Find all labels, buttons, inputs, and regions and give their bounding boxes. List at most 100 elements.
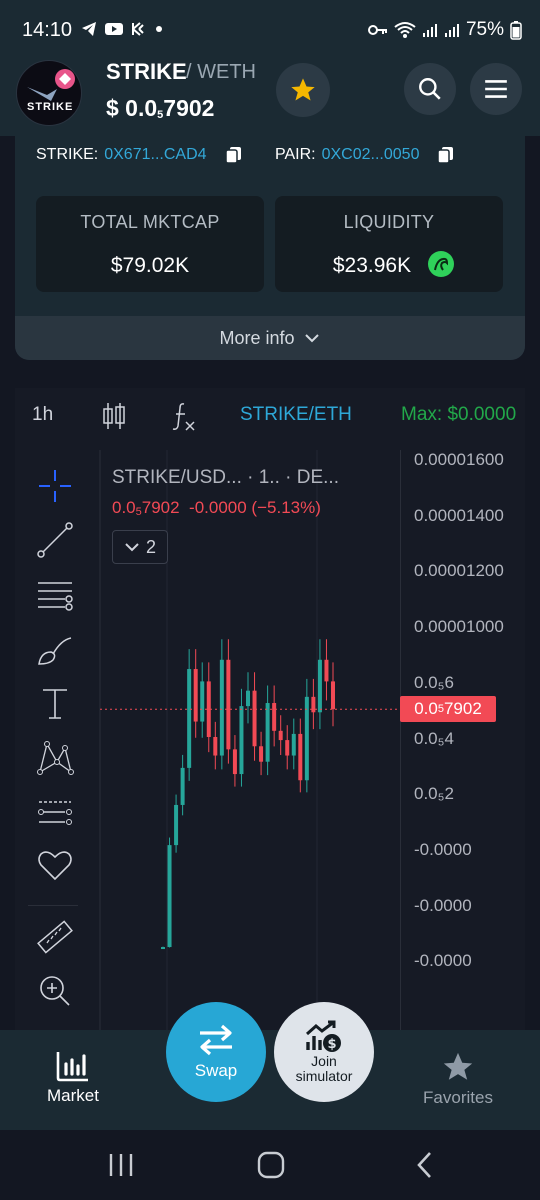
zoom-tool[interactable]	[33, 969, 77, 1013]
candle-body	[232, 749, 237, 775]
brush-tool[interactable]	[33, 628, 77, 672]
price-tick: 0.00001600	[414, 450, 504, 469]
candle-body	[213, 737, 218, 756]
liquidity-value: $23.96K	[332, 254, 412, 277]
search-icon	[419, 78, 441, 100]
bar-chart-icon	[56, 1052, 88, 1082]
price-tick: 0.0₅6	[414, 672, 454, 692]
key-icon	[367, 25, 387, 35]
strike-address[interactable]: 0X671...CAD4	[104, 146, 206, 164]
kucoin-icon	[132, 22, 144, 36]
logo-text: STRIKE	[27, 101, 74, 113]
strike-label: STRIKE:	[36, 146, 99, 163]
text-tool[interactable]	[33, 682, 77, 726]
nav-favorites[interactable]: Favorites	[416, 1050, 500, 1108]
chart-symbol[interactable]: STRIKE/ETH	[240, 404, 352, 426]
battery-icon	[510, 21, 522, 40]
liquidity-box: LIQUIDITY $23.96K	[275, 196, 503, 292]
pair-address[interactable]: 0XC02...0050	[322, 146, 420, 164]
price-tick: 0.0₅2	[414, 784, 454, 804]
mktcap-box: TOTAL MKTCAP $79.02K	[36, 196, 264, 292]
signal-icon-2	[444, 24, 459, 37]
candle-body	[193, 669, 198, 722]
favorites-tool[interactable]	[33, 843, 77, 887]
brush-icon	[38, 637, 72, 665]
price-tick: 0.00001000	[414, 617, 504, 637]
simulator-label-line2: simulator	[295, 1068, 353, 1084]
pattern-tool[interactable]	[33, 736, 77, 780]
status-time: 14:10	[22, 19, 73, 41]
candles-type-icon[interactable]	[101, 401, 127, 431]
favorite-button[interactable]	[276, 63, 330, 117]
price-tick: 0.00001200	[414, 561, 504, 581]
wifi-icon	[394, 22, 416, 38]
simulator-label-line1: Join	[311, 1053, 337, 1069]
tool-divider	[28, 905, 78, 906]
system-status: 75%	[367, 19, 522, 41]
recents-icon[interactable]	[106, 1152, 136, 1178]
candle-body	[167, 845, 172, 948]
crosshair-tool[interactable]	[33, 464, 77, 508]
token-logo: STRIKE	[16, 60, 82, 126]
svg-text:$: $	[327, 1037, 336, 1052]
candle-body	[226, 659, 231, 750]
prediction-tool[interactable]	[33, 790, 77, 834]
candle-body	[246, 690, 250, 707]
pattern-icon	[37, 741, 74, 775]
search-button[interactable]	[404, 63, 456, 115]
zoom-in-icon	[40, 976, 70, 1006]
indicator-collapse-button[interactable]: 2	[112, 530, 168, 564]
nav-market-label: Market	[47, 1086, 99, 1105]
swap-button[interactable]: Swap	[166, 1002, 266, 1102]
back-icon[interactable]	[414, 1150, 436, 1180]
ruler-tool[interactable]	[33, 915, 77, 959]
candle-body	[317, 659, 322, 713]
price-tick: 0.0₅4	[414, 728, 454, 748]
menu-button[interactable]	[470, 63, 522, 115]
max-price: Max: $0.0000	[401, 404, 517, 425]
candle-body	[239, 706, 244, 775]
chevron-down-icon	[125, 543, 139, 552]
candle-body	[331, 681, 335, 710]
home-icon[interactable]	[256, 1150, 286, 1180]
interval-selector[interactable]: 1h	[32, 404, 53, 426]
ruler-icon	[37, 920, 73, 954]
price-tick: -0.0000	[414, 951, 472, 971]
crosshair-icon	[39, 470, 71, 502]
indicator-count: 2	[145, 536, 156, 557]
candle-body	[187, 669, 192, 768]
battery-percent: 75%	[465, 19, 504, 40]
swap-arrows-icon	[200, 1024, 232, 1056]
join-simulator-button[interactable]: $ Join simulator	[274, 1002, 374, 1102]
fib-tool[interactable]	[33, 573, 77, 617]
mktcap-label: TOTAL MKTCAP	[80, 212, 220, 232]
candle-body	[219, 659, 224, 756]
candle-body	[252, 690, 257, 747]
telegram-icon	[82, 22, 96, 36]
candle-body	[259, 746, 264, 762]
uniswap-icon	[428, 251, 454, 277]
copy-icon[interactable]	[224, 146, 243, 164]
notification-icons	[80, 20, 164, 38]
more-info-button[interactable]: More info	[15, 316, 525, 360]
liquidity-label: LIQUIDITY	[343, 212, 435, 232]
candle-body	[265, 703, 270, 762]
strike-address-row: STRIKE: 0X671...CAD4	[36, 146, 243, 164]
trendline-tool[interactable]	[33, 518, 77, 562]
token-header: STRIKE STRIKE / WETH $ 0.057902	[0, 44, 540, 136]
star-icon	[443, 1052, 473, 1080]
current-price-tag: 0.0 5 7902	[400, 696, 496, 723]
candle-body	[180, 767, 185, 805]
indicators-icon[interactable]	[170, 400, 198, 432]
swap-label: Swap	[194, 1061, 238, 1080]
candle-body	[324, 659, 329, 682]
candle-body	[278, 730, 283, 741]
candle-body	[161, 947, 165, 950]
candle-body	[298, 733, 303, 781]
signal-icon	[422, 24, 437, 37]
text-icon	[43, 689, 67, 719]
nav-market[interactable]: Market	[38, 1050, 108, 1106]
copy-icon[interactable]	[437, 146, 455, 164]
mktcap-value: $79.02K	[110, 254, 190, 277]
forecast-icon	[38, 801, 72, 825]
